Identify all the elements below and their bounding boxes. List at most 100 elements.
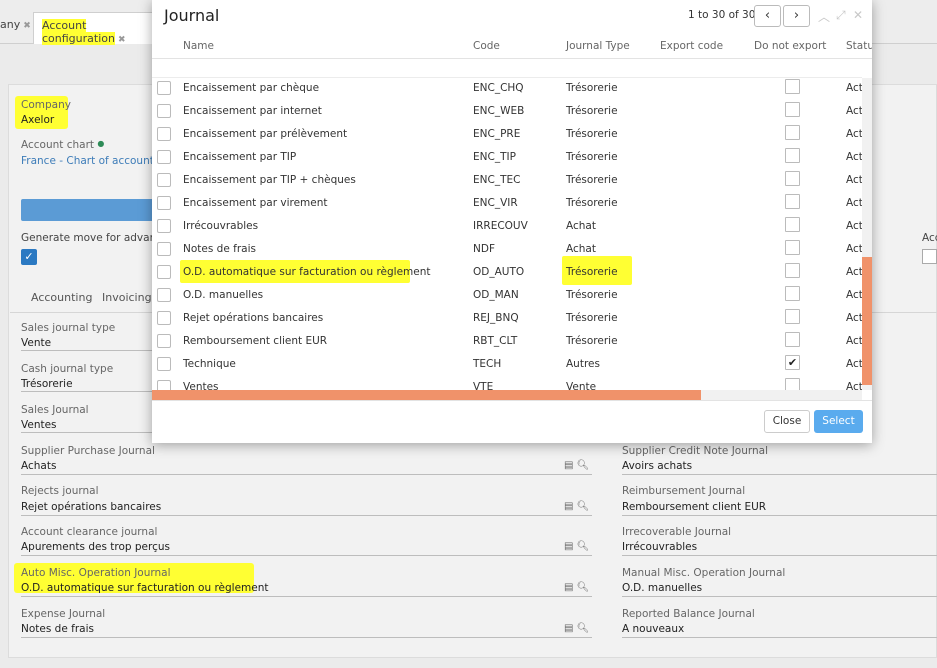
row-checkbox[interactable]	[157, 357, 171, 371]
search-icon[interactable]: 🔍︎	[577, 501, 590, 512]
table-row[interactable]: Irrécouvrables IRRECOUV Achat Acti	[152, 216, 862, 239]
row-checkbox[interactable]	[157, 173, 171, 187]
close-icon[interactable]: ✖	[118, 35, 126, 45]
table-row[interactable]: O.D. manuelles OD_MAN Trésorerie Acti	[152, 285, 862, 308]
do-not-export-checkbox[interactable]	[785, 217, 800, 232]
document-icon[interactable]: ▤	[564, 501, 573, 512]
do-not-export-checkbox[interactable]	[785, 309, 800, 324]
search-icon[interactable]: 🔍︎	[577, 623, 590, 634]
row-checkbox[interactable]	[157, 265, 171, 279]
column-header-journal-type[interactable]: Journal Type	[566, 40, 630, 52]
field-value[interactable]: Apurements des trop perçus	[21, 541, 170, 553]
search-icon[interactable]: 🔍︎	[577, 460, 590, 471]
do-not-export-checkbox[interactable]	[785, 79, 800, 94]
row-checkbox[interactable]	[157, 196, 171, 210]
do-not-export-checkbox[interactable]	[785, 102, 800, 117]
close-icon[interactable]: ✕	[853, 8, 863, 22]
column-header-status[interactable]: Status	[846, 40, 872, 52]
next-page-button[interactable]: ›	[783, 5, 810, 27]
column-header-name[interactable]: Name	[183, 40, 214, 52]
horizontal-scrollbar-thumb[interactable]	[152, 390, 701, 400]
field-value[interactable]: Avoirs achats	[622, 460, 692, 472]
expand-icon[interactable]: ⤢	[836, 8, 846, 23]
column-header-export-code[interactable]: Export code	[660, 40, 723, 52]
generate-move-checkbox[interactable]: ✓	[21, 249, 37, 265]
table-row[interactable]: Remboursement client EUR RBT_CLT Trésore…	[152, 331, 862, 354]
table-row[interactable]: Notes de frais NDF Achat Acti	[152, 239, 862, 262]
table-row[interactable]: Encaissement par prélèvement ENC_PRE Tré…	[152, 124, 862, 147]
row-checkbox[interactable]	[157, 242, 171, 256]
table-row[interactable]: Encaissement par virement ENC_VIR Trésor…	[152, 193, 862, 216]
field-value[interactable]: O.D. automatique sur facturation ou règl…	[21, 582, 269, 594]
right-checkbox[interactable]	[922, 249, 937, 264]
account-chart-label: Account chart ●	[21, 139, 104, 151]
search-icon[interactable]: 🔍︎	[577, 582, 590, 593]
document-icon[interactable]: ▤	[564, 460, 573, 471]
do-not-export-checkbox[interactable]	[785, 263, 800, 278]
company-value[interactable]: Axelor	[21, 114, 54, 126]
table-row[interactable]: Rejet opérations bancaires REJ_BNQ Tréso…	[152, 308, 862, 331]
close-button[interactable]: Close	[764, 410, 810, 433]
table-row[interactable]: Encaissement par chèque ENC_CHQ Trésorer…	[152, 78, 862, 101]
row-checkbox[interactable]	[157, 150, 171, 164]
row-checkbox[interactable]	[157, 104, 171, 118]
column-header-do-not-export[interactable]: Do not export	[754, 40, 826, 52]
row-checkbox[interactable]	[157, 334, 171, 348]
do-not-export-checkbox[interactable]	[785, 125, 800, 140]
row-checkbox[interactable]	[157, 288, 171, 302]
close-icon[interactable]: ✖	[23, 21, 31, 31]
do-not-export-checkbox[interactable]	[785, 171, 800, 186]
table-row[interactable]: Encaissement par TIP ENC_TIP Trésorerie …	[152, 147, 862, 170]
do-not-export-checkbox[interactable]	[785, 332, 800, 347]
tab-account-configuration[interactable]: Account configuration ✖	[33, 12, 153, 45]
document-icon[interactable]: ▤	[564, 582, 573, 593]
column-header-code[interactable]: Code	[473, 40, 500, 52]
cell-status: Acti	[846, 105, 862, 117]
search-icon[interactable]: 🔍︎	[577, 541, 590, 552]
select-button[interactable]: Select	[814, 410, 863, 433]
vertical-scrollbar-thumb[interactable]	[862, 257, 872, 385]
account-chart-link[interactable]: France - Chart of accounts	[21, 155, 159, 167]
table-row[interactable]: Technique TECH Autres ✔ Acti	[152, 354, 862, 377]
do-not-export-checkbox[interactable]: ✔	[785, 355, 800, 370]
row-checkbox[interactable]	[157, 127, 171, 141]
field-label: Supplier Credit Note Journal	[622, 445, 769, 457]
field-value[interactable]: Irrécouvrables	[622, 541, 697, 553]
field-value[interactable]: Notes de frais	[21, 623, 94, 635]
table-row[interactable]: Encaissement par internet ENC_WEB Trésor…	[152, 101, 862, 124]
generate-move-label: Generate move for advance	[21, 232, 169, 244]
field-label: Account clearance journal	[21, 526, 158, 538]
do-not-export-checkbox[interactable]	[785, 286, 800, 301]
do-not-export-checkbox[interactable]	[785, 240, 800, 255]
table-row[interactable]: Encaissement par TIP + chèques ENC_TEC T…	[152, 170, 862, 193]
row-checkbox[interactable]	[157, 311, 171, 325]
row-checkbox[interactable]	[157, 219, 171, 233]
field-label: Rejects journal	[21, 485, 99, 497]
field-value[interactable]: O.D. manuelles	[622, 582, 702, 594]
row-checkbox[interactable]	[157, 380, 171, 390]
prev-page-button[interactable]: ‹	[754, 5, 781, 27]
field-value[interactable]: Remboursement client EUR	[622, 501, 766, 513]
table-row[interactable]: Ventes VTE Vente Acti	[152, 377, 862, 390]
field-value[interactable]: A nouveaux	[622, 623, 684, 635]
do-not-export-checkbox[interactable]	[785, 194, 800, 209]
do-not-export-checkbox[interactable]	[785, 148, 800, 163]
table-row[interactable]: O.D. automatique sur facturation ou règl…	[152, 256, 862, 285]
field-value[interactable]: Ventes	[21, 419, 57, 431]
action-button[interactable]	[21, 199, 161, 221]
cell-type: Trésorerie	[566, 174, 618, 186]
row-checkbox[interactable]	[157, 81, 171, 95]
cell-status: Acti	[846, 335, 862, 347]
journal-dialog: Journal 1 to 30 of 30 ‹ › ︿ ⤢ ✕ Name Cod…	[152, 0, 872, 443]
document-icon[interactable]: ▤	[564, 541, 573, 552]
field-value[interactable]: Rejet opérations bancaires	[21, 501, 161, 513]
field-value[interactable]: Achats	[21, 460, 56, 472]
field-value[interactable]: Vente	[21, 337, 51, 349]
document-icon[interactable]: ▤	[564, 623, 573, 634]
chevron-up-icon[interactable]: ︿	[818, 8, 830, 25]
subtab-accounting[interactable]: Accounting	[31, 291, 92, 304]
cell-name: Ventes	[183, 381, 219, 390]
do-not-export-checkbox[interactable]	[785, 378, 800, 390]
field-value[interactable]: Trésorerie	[21, 378, 73, 390]
subtab-invoicing[interactable]: Invoicing	[102, 291, 152, 304]
